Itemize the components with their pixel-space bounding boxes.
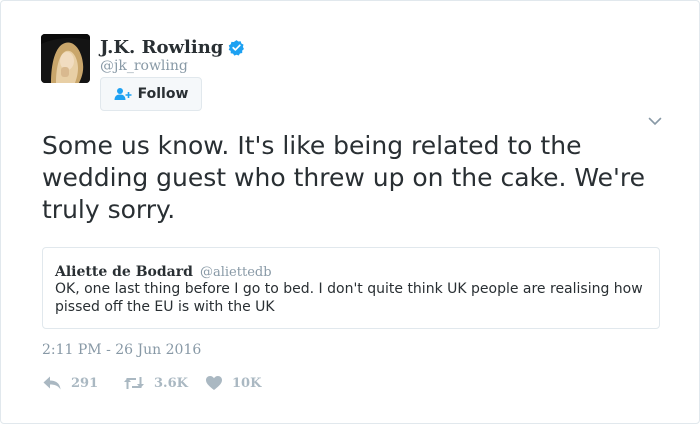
- quoted-tweet[interactable]: Aliette de Bodard @aliettedb OK, one las…: [42, 247, 660, 329]
- chevron-down-icon[interactable]: [647, 113, 663, 129]
- quoted-author-name: Aliette de Bodard: [55, 264, 193, 280]
- like-count: 10K: [232, 375, 262, 391]
- retweet-action[interactable]: 3.6K: [123, 373, 188, 393]
- reply-action[interactable]: 291: [42, 373, 98, 393]
- avatar-image: [41, 34, 90, 83]
- tweet-text: Some us know. It's like being related to…: [42, 131, 645, 224]
- verified-badge-icon: [229, 39, 245, 56]
- reply-count: 291: [71, 375, 99, 391]
- tweet-timestamp[interactable]: 2:11 PM - 26 Jun 2016: [42, 342, 201, 358]
- author-display-name[interactable]: J.K. Rowling: [100, 37, 223, 58]
- author-handle[interactable]: @jk_rowling: [100, 58, 188, 74]
- tweet-card: J.K. Rowling @jk_rowling Follow Some us …: [0, 0, 700, 424]
- like-action[interactable]: 10K: [205, 373, 261, 393]
- follow-user-icon: [114, 88, 132, 100]
- retweet-icon: [124, 377, 144, 389]
- follow-button[interactable]: Follow: [100, 77, 202, 111]
- avatar[interactable]: [41, 34, 90, 83]
- quoted-author-handle: @aliettedb: [199, 265, 272, 280]
- quoted-tweet-header: Aliette de Bodard @aliettedb: [55, 261, 272, 280]
- author-name-row: J.K. Rowling: [100, 35, 245, 59]
- heart-icon: [206, 376, 222, 390]
- reply-icon: [43, 376, 61, 390]
- retweet-count: 3.6K: [154, 375, 188, 391]
- quoted-tweet-text: OK, one last thing before I go to bed. I…: [55, 281, 643, 315]
- follow-button-label: Follow: [137, 86, 189, 102]
